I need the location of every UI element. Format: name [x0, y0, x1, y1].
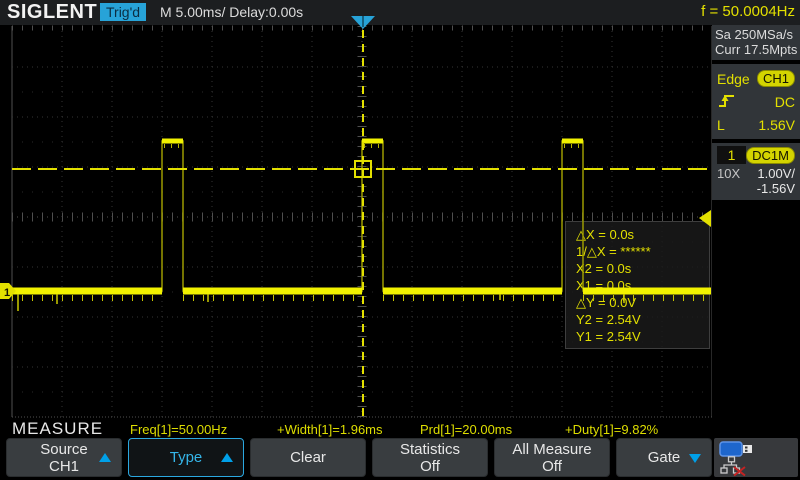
up-arrow-icon	[99, 453, 111, 462]
channel-number: 1	[717, 146, 746, 164]
cursor-readout-line: △X = 0.0s	[576, 226, 709, 243]
menu-button-source[interactable]: SourceCH1	[6, 438, 122, 477]
cursor-readout-line: Y2 = 2.54V	[576, 311, 709, 328]
measurement-item: Freq[1]=50.00Hz	[130, 422, 227, 437]
trigger-level-label: L	[717, 117, 725, 133]
measurement-item: +Duty[1]=9.82%	[565, 422, 658, 437]
frequency-counter: f = 50.0004Hz	[701, 3, 795, 20]
menu-button-label: Type	[170, 449, 203, 466]
sidebar: Sa 250MSa/s Curr 17.5Mpts Edge CH1 DC L …	[712, 25, 800, 437]
cursor-readout-line: Y1 = 2.54V	[576, 328, 709, 345]
cursor-readout-line: 1/△X = ******	[576, 243, 709, 260]
trigger-panel: Edge CH1 DC L 1.56V	[712, 64, 800, 139]
status-icon-panel	[714, 438, 798, 477]
up-arrow-icon	[221, 453, 233, 462]
probe-attenuation: 10X	[717, 166, 740, 181]
measure-title: MEASURE	[12, 419, 103, 439]
down-arrow-icon	[689, 454, 701, 463]
menu-button-label: Clear	[290, 449, 326, 466]
menu-button-type[interactable]: Type	[128, 438, 244, 477]
menu-button-sublabel: Off	[420, 458, 440, 475]
menu-button-label: Statistics	[400, 441, 460, 458]
cursor-readout-line: X2 = 0.0s	[576, 260, 709, 277]
sample-rate: Sa 250MSa/s	[715, 27, 797, 42]
menu-button-all-measure[interactable]: All MeasureOff	[494, 438, 610, 477]
vertical-scale: 1.00V/	[757, 166, 795, 181]
menu-button-sublabel: Off	[542, 458, 562, 475]
trigger-source-badge: CH1	[757, 70, 795, 87]
oscilloscope-screen: △X = 0.0s1/△X = ******X2 = 0.0sX1 = 0.0s…	[0, 0, 800, 480]
menu-button-clear[interactable]: Clear	[250, 438, 366, 477]
measurement-item: Prd[1]=20.00ms	[420, 422, 512, 437]
cursor-readout-line: X1 = 0.0s	[576, 277, 709, 294]
graticule	[0, 0, 712, 418]
menu-button-label: Source	[40, 441, 88, 458]
vertical-offset: -1.56V	[717, 181, 795, 197]
softkey-menu: SourceCH1TypeClearStatisticsOffAll Measu…	[0, 438, 800, 480]
menu-button-gate[interactable]: Gate	[616, 438, 712, 477]
trigger-coupling: DC	[775, 94, 795, 110]
channel-coupling-badge: DC1M	[746, 147, 795, 164]
menu-button-statistics[interactable]: StatisticsOff	[372, 438, 488, 477]
rising-edge-icon	[717, 91, 737, 112]
trigger-mode: Edge	[717, 71, 750, 87]
lan-disconnected-icon	[720, 456, 748, 480]
menu-button-label: Gate	[648, 449, 681, 466]
acquisition-panel: Sa 250MSa/s Curr 17.5Mpts	[712, 25, 800, 60]
cursor-readout-line: △Y = 0.0V	[576, 294, 709, 311]
channel-panel: 1 DC1M 10X 1.00V/ -1.56V	[712, 143, 800, 200]
measurement-item: +Width[1]=1.96ms	[277, 422, 383, 437]
trigger-level-value: 1.56V	[758, 117, 795, 133]
menu-button-label: All Measure	[512, 441, 591, 458]
cursor-readout-panel: △X = 0.0s1/△X = ******X2 = 0.0sX1 = 0.0s…	[565, 221, 710, 349]
menu-button-sublabel: CH1	[49, 458, 79, 475]
measure-bar: MEASURE Freq[1]=50.00Hz +Width[1]=1.96ms P…	[0, 418, 712, 438]
memory-depth: Curr 17.5Mpts	[715, 42, 797, 57]
